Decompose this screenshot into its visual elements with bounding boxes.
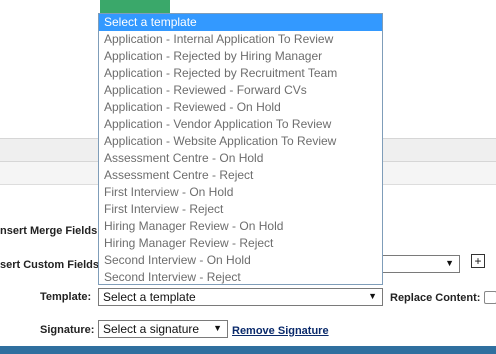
chevron-down-icon: ▼	[445, 258, 454, 268]
insert-merge-fields-label: nsert Merge Fields:	[0, 225, 101, 237]
insert-custom-fields-label: sert Custom Fields:	[0, 259, 103, 271]
template-option[interactable]: Second Interview - Reject	[99, 269, 382, 284]
template-select[interactable]: Select a template ▼	[98, 288, 383, 306]
template-option[interactable]: First Interview - On Hold	[99, 184, 382, 201]
template-option[interactable]: Assessment Centre - On Hold	[99, 150, 382, 167]
template-option[interactable]: Assessment Centre - Reject	[99, 167, 382, 184]
template-dropdown-list[interactable]: Select a template Application - Internal …	[98, 13, 383, 285]
header-area	[380, 0, 496, 138]
signature-label: Signature:	[40, 324, 95, 336]
template-select-value: Select a template	[103, 290, 196, 304]
template-option[interactable]: Hiring Manager Review - On Hold	[99, 218, 382, 235]
custom-fields-select[interactable]: ▼	[380, 255, 460, 273]
replace-content-checkbox[interactable]	[484, 291, 496, 304]
signature-select[interactable]: Select a signature ▼	[98, 320, 228, 338]
remove-signature-link[interactable]: Remove Signature	[232, 325, 329, 337]
replace-content-label: Replace Content:	[390, 292, 481, 304]
template-option[interactable]: Application - Rejected by Hiring Manager	[99, 48, 382, 65]
template-option[interactable]: Second Interview - On Hold	[99, 252, 382, 269]
template-option[interactable]: Application - Website Application To Rev…	[99, 133, 382, 150]
template-option[interactable]: Application - Rejected by Recruitment Te…	[99, 65, 382, 82]
template-option[interactable]: Application - Reviewed - On Hold	[99, 99, 382, 116]
chevron-down-icon: ▼	[368, 291, 377, 301]
template-option[interactable]: Application - Reviewed - Forward CVs	[99, 82, 382, 99]
signature-select-value: Select a signature	[103, 322, 200, 336]
template-option[interactable]: Hiring Manager Review - Reject	[99, 235, 382, 252]
template-option[interactable]: Application - Vendor Application To Revi…	[99, 116, 382, 133]
template-option[interactable]: First Interview - Reject	[99, 201, 382, 218]
template-option[interactable]: Select a template	[99, 14, 382, 31]
add-custom-field-button[interactable]: +	[471, 254, 485, 268]
template-option[interactable]: Application - Internal Application To Re…	[99, 31, 382, 48]
template-label: Template:	[40, 291, 92, 303]
footer-bar	[0, 346, 496, 354]
chevron-down-icon: ▼	[213, 323, 222, 333]
